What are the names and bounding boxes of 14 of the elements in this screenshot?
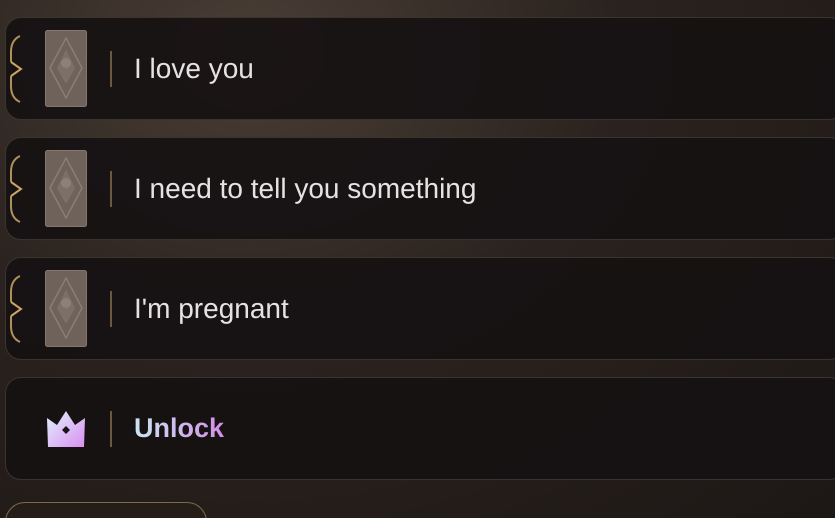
option-text: I'm pregnant (134, 292, 289, 326)
option-row[interactable]: I'm pregnant (5, 257, 835, 360)
option-text: I love you (134, 52, 254, 86)
chevron-icon (8, 34, 24, 104)
card-icon (45, 150, 87, 227)
card-icon (45, 30, 87, 107)
chevron-icon (8, 274, 24, 344)
card-icon (45, 270, 87, 347)
option-text: I need to tell you something (134, 172, 476, 206)
option-row[interactable]: I love you (5, 17, 835, 120)
chevron-icon (8, 154, 24, 224)
crown-icon (46, 410, 86, 448)
option-row[interactable]: I need to tell you something (5, 137, 835, 240)
option-row[interactable]: Unlock (5, 377, 835, 480)
